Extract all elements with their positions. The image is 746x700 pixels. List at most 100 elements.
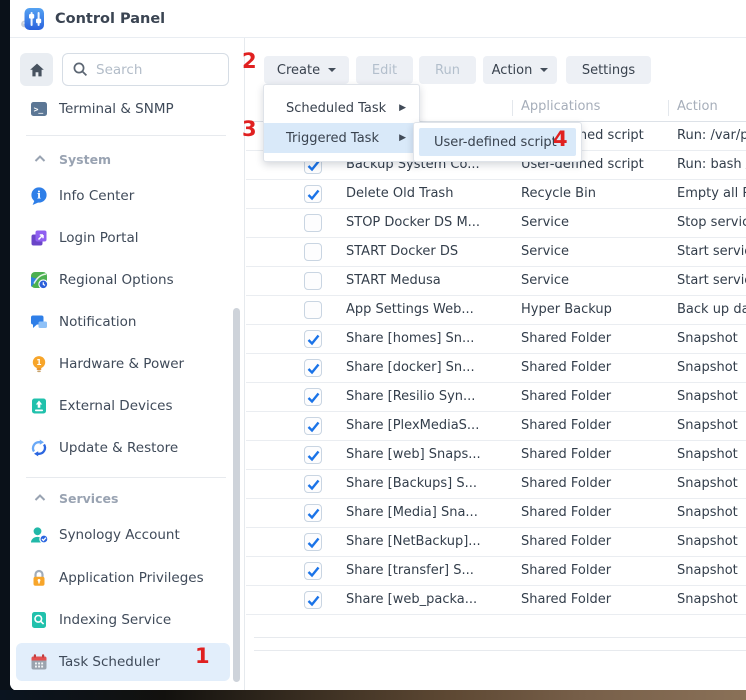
sidebar-item-external-devices[interactable]: External Devices: [16, 387, 230, 425]
table-row[interactable]: START Docker DS Service Start servic: [246, 238, 746, 267]
column-separator: [668, 100, 669, 116]
desktop-wallpaper-strip: [0, 690, 746, 700]
run-button-label: Run: [435, 63, 460, 78]
row-checkbox[interactable]: [304, 330, 322, 348]
row-checkbox[interactable]: [304, 359, 322, 377]
menu-item-triggered-task[interactable]: Triggered Task ▶: [264, 123, 419, 153]
sidebar-section-system[interactable]: System: [16, 147, 230, 171]
terminal-icon: >_: [29, 99, 49, 119]
create-button-label: Create: [277, 63, 320, 78]
sidebar-item-login-portal[interactable]: Login Portal: [16, 219, 230, 257]
chevron-up-icon: [32, 151, 48, 167]
task-name-cell: Share [homes] Sn...: [346, 331, 516, 346]
task-app-cell: Shared Folder: [521, 331, 671, 346]
table-row[interactable]: Share [transfer] S... Shared Folder Snap…: [246, 557, 746, 586]
sidebar-item-terminal-snmp[interactable]: >_ Terminal & SNMP: [16, 90, 230, 128]
sidebar-item-info-center[interactable]: i Info Center: [16, 177, 230, 215]
column-header-applications[interactable]: Applications: [521, 99, 600, 114]
home-button[interactable]: [20, 53, 53, 86]
sidebar-item-indexing-service[interactable]: Indexing Service: [16, 601, 230, 639]
sidebar-item-notification[interactable]: Notification: [16, 303, 230, 341]
create-button[interactable]: Create: [264, 56, 349, 84]
row-checkbox[interactable]: [304, 272, 322, 290]
task-app-cell: Shared Folder: [521, 418, 671, 433]
table-row[interactable]: Share [Backups] S... Shared Folder Snaps…: [246, 470, 746, 499]
task-name-cell: Share [transfer] S...: [346, 563, 516, 578]
table-row[interactable]: App Settings Web... Hyper Backup Back up…: [246, 296, 746, 325]
task-app-cell: Shared Folder: [521, 389, 671, 404]
row-checkbox[interactable]: [304, 504, 322, 522]
row-checkbox[interactable]: [304, 562, 322, 580]
row-checkbox[interactable]: [304, 243, 322, 261]
table-row[interactable]: Share [homes] Sn... Shared Folder Snapsh…: [246, 325, 746, 354]
settings-button-label: Settings: [582, 63, 635, 78]
task-action-cell: Empty all R: [677, 186, 746, 201]
row-checkbox[interactable]: [304, 301, 322, 319]
sidebar-item-label: Hardware & Power: [59, 356, 184, 372]
task-name-cell: STOP Docker DS M...: [346, 215, 516, 230]
sidebar-item-application-privileges[interactable]: Application Privileges: [16, 559, 230, 597]
menu-item-scheduled-task[interactable]: Scheduled Task ▶: [264, 93, 419, 123]
table-row[interactable]: Share [docker] Sn... Shared Folder Snaps…: [246, 354, 746, 383]
task-action-cell: Run: /var/p: [677, 128, 746, 143]
row-checkbox[interactable]: [304, 214, 322, 232]
settings-button[interactable]: Settings: [566, 56, 651, 84]
sidebar-scrollbar[interactable]: [233, 308, 240, 682]
search-input[interactable]: [96, 62, 206, 78]
column-separator: [512, 100, 513, 116]
task-app-cell: Shared Folder: [521, 563, 671, 578]
task-action-cell: Back up da: [677, 302, 746, 317]
menu-item-label: Scheduled Task: [286, 101, 386, 116]
footer-separator-line: [254, 650, 746, 651]
checkmark-icon: [306, 535, 321, 550]
row-checkbox[interactable]: [304, 417, 322, 435]
sidebar-section-services[interactable]: Services: [16, 486, 230, 510]
task-action-cell: Snapshot: [677, 389, 738, 404]
table-row[interactable]: Share [Media] Sna... Shared Folder Snaps…: [246, 499, 746, 528]
task-name-cell: Share [Backups] S...: [346, 476, 516, 491]
row-checkbox[interactable]: [304, 446, 322, 464]
sidebar-item-regional-options[interactable]: Regional Options: [16, 261, 230, 299]
sidebar-item-label: Update & Restore: [59, 440, 178, 456]
sidebar-item-label: Info Center: [59, 188, 134, 204]
row-checkbox[interactable]: [304, 591, 322, 609]
row-checkbox[interactable]: [304, 533, 322, 551]
submenu-arrow-icon: ▶: [399, 133, 406, 143]
table-row[interactable]: Share [web_packa... Shared Folder Snapsh…: [246, 586, 746, 615]
sidebar-item-label: Terminal & SNMP: [59, 101, 174, 117]
task-name-cell: Delete Old Trash: [346, 186, 516, 201]
synology-account-icon: [29, 525, 49, 545]
action-button[interactable]: Action: [483, 56, 557, 84]
table-row[interactable]: Share [PlexMediaS... Shared Folder Snaps…: [246, 412, 746, 441]
row-checkbox[interactable]: [304, 388, 322, 406]
task-action-cell: Snapshot: [677, 447, 738, 462]
annotation-4: 4: [553, 129, 568, 150]
window-titlebar: Control Panel: [10, 0, 746, 38]
sidebar-item-update-restore[interactable]: Update & Restore: [16, 429, 230, 467]
chevron-up-icon: [32, 490, 48, 506]
edit-button: Edit: [356, 56, 413, 84]
sidebar-item-hardware-power[interactable]: 1 Hardware & Power: [16, 345, 230, 383]
task-app-cell: Recycle Bin: [521, 186, 671, 201]
row-checkbox[interactable]: [304, 475, 322, 493]
svg-text:1: 1: [36, 358, 41, 367]
table-row[interactable]: START Medusa Service Start servic: [246, 267, 746, 296]
table-row[interactable]: Share [NetBackup]... Shared Folder Snaps…: [246, 528, 746, 557]
sidebar-item-label: Login Portal: [59, 230, 139, 246]
column-header-action[interactable]: Action: [677, 99, 718, 114]
task-app-cell: Shared Folder: [521, 360, 671, 375]
task-action-cell: Snapshot: [677, 563, 738, 578]
sidebar-item-synology-account[interactable]: Synology Account: [16, 516, 230, 554]
task-app-cell: Shared Folder: [521, 534, 671, 549]
edit-button-label: Edit: [372, 63, 397, 78]
task-name-cell: Share [docker] Sn...: [346, 360, 516, 375]
row-checkbox[interactable]: [304, 185, 322, 203]
table-row[interactable]: STOP Docker DS M... Service Stop servic: [246, 209, 746, 238]
task-name-cell: Share [Resilio Syn...: [346, 389, 516, 404]
table-row[interactable]: Share [Resilio Syn... Shared Folder Snap…: [246, 383, 746, 412]
task-table-body: User-defined script Run: /var/p Backup S…: [246, 122, 746, 615]
table-row[interactable]: Share [web] Snaps... Shared Folder Snaps…: [246, 441, 746, 470]
table-row[interactable]: Delete Old Trash Recycle Bin Empty all R: [246, 180, 746, 209]
checkmark-icon: [306, 593, 321, 608]
task-app-cell: Shared Folder: [521, 505, 671, 520]
